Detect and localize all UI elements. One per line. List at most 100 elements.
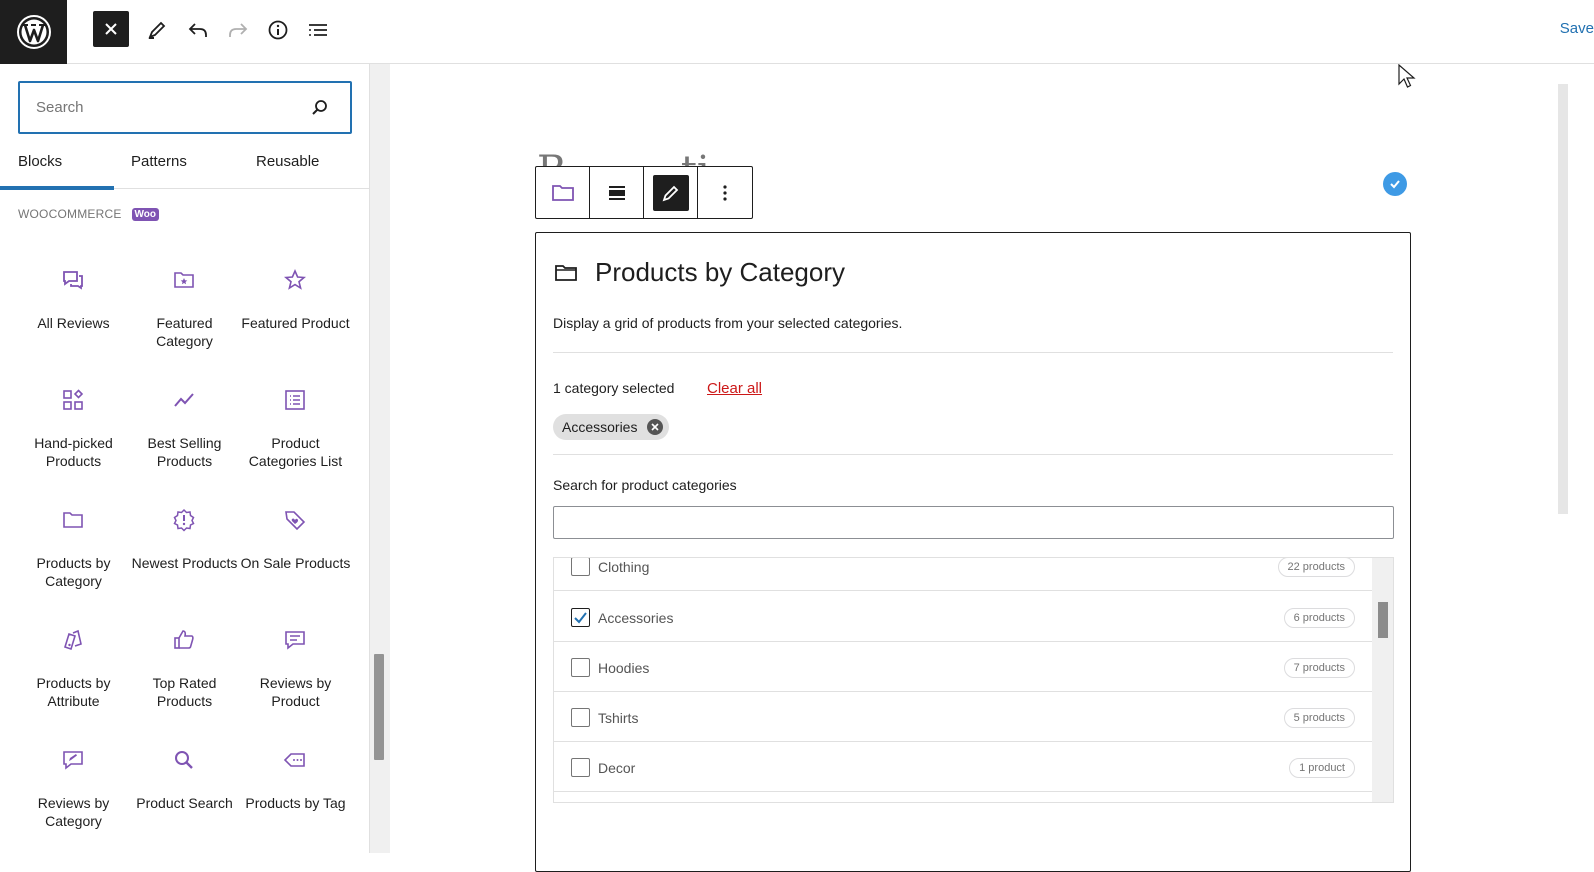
block-featured-product[interactable]: Featured Product [240,254,351,374]
pencil-icon [148,21,166,39]
category-checkbox[interactable] [571,758,590,777]
block-description: Display a grid of products from your sel… [553,315,903,331]
more-options-button[interactable] [698,167,752,218]
block-label: Featured Category [156,315,213,349]
tools-button[interactable] [139,12,175,48]
category-name: Hoodies [598,660,650,676]
category-search-label: Search for product categories [553,477,737,493]
category-count: 6 products [1283,608,1355,628]
folder-icon [551,184,574,201]
close-icon [105,23,117,35]
block-on-sale-products[interactable]: On Sale Products [240,494,351,614]
block-search-input[interactable] [36,83,306,132]
category-checkbox[interactable] [571,658,590,677]
mouse-cursor-icon [1398,64,1416,88]
checkmark-icon [574,612,587,624]
block-label: Newest Products [131,555,238,571]
category-row-clothing[interactable]: Clothing 22 products [554,558,1372,591]
block-products-by-category[interactable]: Products by Category [18,494,129,614]
tab-blocks[interactable]: Blocks [0,146,114,190]
category-name: Clothing [598,559,650,575]
block-products-by-tag[interactable]: Products by Tag [240,734,351,853]
block-hand-picked-products[interactable]: Hand-picked Products [18,374,129,494]
block-label: Reviews by Category [37,795,110,829]
undo-icon [188,23,207,37]
products-by-category-block: Products by Category Display a grid of p… [535,232,1411,872]
block-product-categories-list[interactable]: Product Categories List [240,374,351,494]
category-row-decor[interactable]: Decor 1 product [554,742,1372,792]
block-product-search[interactable]: Product Search [129,734,240,853]
block-featured-category[interactable]: Featured Category [129,254,240,374]
block-reviews-by-product[interactable]: Reviews by Product [240,614,351,734]
undo-button[interactable] [180,12,216,48]
block-title-text: Products by Category [595,257,846,287]
details-button[interactable] [260,12,296,48]
block-products-by-attribute[interactable]: Products by Attribute [18,614,129,734]
block-label: Hand-picked Products [34,435,113,469]
info-icon [268,20,288,40]
comment-edit-icon [63,751,83,770]
block-label: All Reviews [37,315,110,331]
block-best-selling-products[interactable]: Best Selling Products [129,374,240,494]
category-heading: WOOCOMMERCE Woo [18,207,160,221]
redo-button[interactable] [220,12,256,48]
wordpress-logo-icon [16,15,51,49]
remove-chip-button[interactable] [647,419,664,435]
tab-reusable[interactable]: Reusable [256,146,319,189]
chip-label: Accessories [562,419,638,435]
wordpress-logo-button[interactable] [0,0,67,64]
post-title-fragment: B ti [537,148,710,166]
block-all-reviews[interactable]: All Reviews [18,254,129,374]
tab-patterns[interactable]: Patterns [131,146,187,189]
woo-logo-icon: Woo [131,207,160,221]
block-inserter-panel: Blocks Patterns Reusable WOOCOMMERCE Woo… [0,64,370,853]
category-heading-label: WOOCOMMERCE [18,207,122,221]
search-icon [175,751,193,769]
list-view-icon [309,24,327,36]
block-reviews-by-category[interactable]: Reviews by Category [18,734,129,853]
category-name: Decor [598,760,636,776]
edit-mode-button[interactable] [644,167,698,218]
new-badge-icon [173,508,195,532]
search-icon [312,100,327,115]
close-inserter-button[interactable] [93,11,129,47]
block-top-rated-products[interactable]: Top Rated Products [129,614,240,734]
category-list-scrollbar[interactable] [1372,558,1393,802]
category-row-hoodies[interactable]: Hoodies 7 products [554,642,1372,692]
align-full-icon [608,185,625,200]
reviews-icon [63,271,83,290]
category-list-scrollbar-thumb[interactable] [1378,602,1388,638]
sidebar-scrollbar-thumb[interactable] [374,654,384,760]
block-label: Products by Attribute [36,675,111,709]
save-draft-button[interactable]: Save [1560,20,1594,37]
block-newest-products[interactable]: Newest Products [129,494,240,614]
block-type-button[interactable] [536,167,590,218]
category-row-tshirts[interactable]: Tshirts 5 products [554,692,1372,742]
canvas-scrollbar[interactable] [1558,64,1594,853]
folder-star-icon [174,272,194,288]
block-title: Products by Category [553,257,845,288]
block-label: Featured Product [241,315,350,331]
category-checkbox[interactable] [571,708,590,727]
block-label: On Sale Products [240,555,351,571]
block-search [18,81,352,134]
thumbs-up-icon [174,630,194,649]
category-checkbox[interactable] [571,608,590,627]
align-button[interactable] [590,167,644,218]
category-name: Tshirts [598,710,639,726]
divider [553,352,1393,353]
sidebar-scrollbar[interactable] [370,64,390,853]
block-toolbar [535,166,753,219]
tag-icon [283,753,305,767]
category-list: Clothing 22 products Accessories 6 produ… [553,557,1394,803]
clear-all-button[interactable]: Clear all [707,380,762,397]
close-icon [651,423,660,431]
category-row-accessories[interactable]: Accessories 6 products [554,592,1372,642]
block-label: Best Selling Products [147,435,222,469]
grid-pick-icon [63,389,84,410]
canvas-scrollbar-thumb[interactable] [1558,84,1568,514]
folder-icon [63,512,83,528]
category-checkbox[interactable] [571,558,590,576]
category-search-input[interactable] [553,506,1394,539]
list-view-button[interactable] [300,12,336,48]
